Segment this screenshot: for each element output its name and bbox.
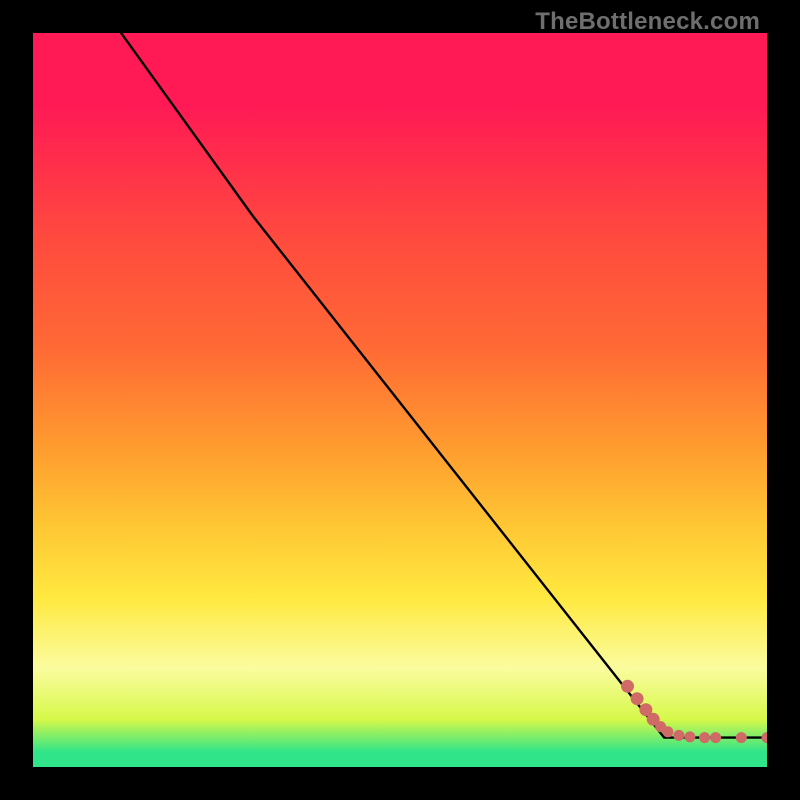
chart-stage: TheBottleneck.com (0, 0, 800, 800)
chart-overlay (33, 33, 767, 767)
dot (621, 680, 634, 693)
dot (673, 730, 684, 741)
highlight-dots (621, 680, 767, 743)
dot (684, 731, 695, 742)
curve-line (121, 33, 767, 738)
dot (710, 732, 721, 743)
watermark-text: TheBottleneck.com (535, 8, 760, 36)
dot (736, 732, 747, 743)
dot (631, 692, 644, 705)
plot-area (33, 33, 767, 767)
dot (662, 726, 673, 737)
dot (762, 732, 768, 743)
dot (699, 732, 710, 743)
